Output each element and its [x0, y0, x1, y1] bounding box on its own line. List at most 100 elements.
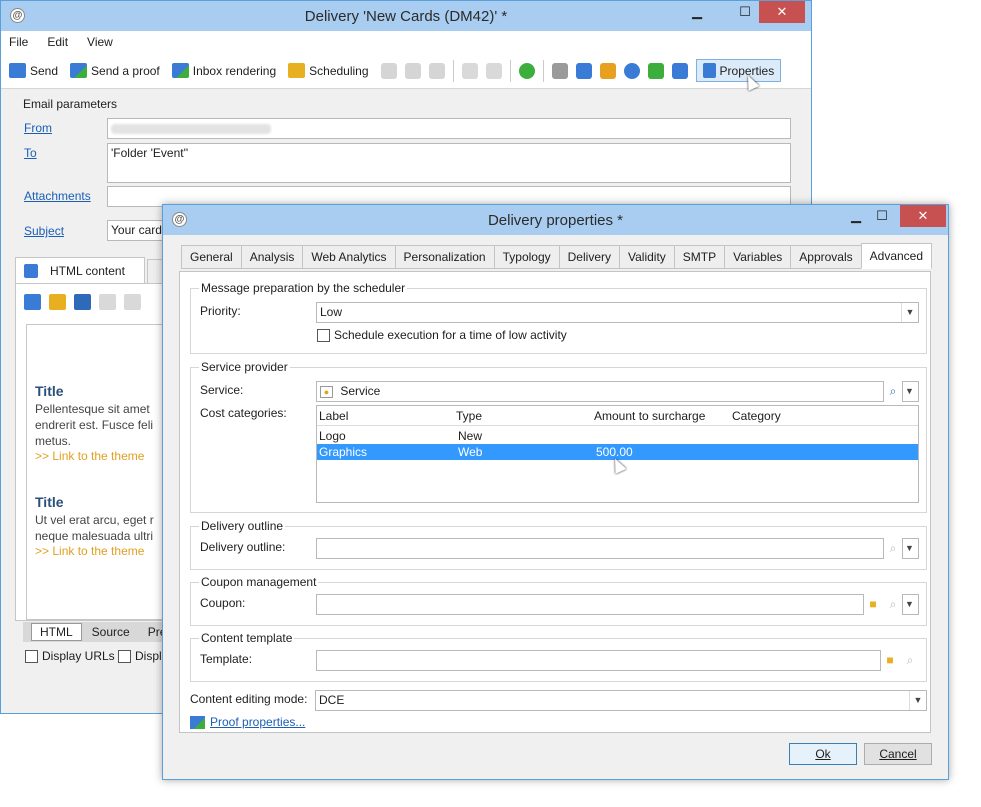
- folder-icon[interactable]: ■: [863, 595, 883, 614]
- delivery-outline-field[interactable]: [316, 538, 884, 559]
- to-field[interactable]: 'Folder 'Event'': [107, 143, 791, 183]
- display-urls-checkbox[interactable]: [25, 649, 38, 663]
- minimize-icon[interactable]: ▁: [846, 205, 866, 227]
- to-value: 'Folder 'Event'': [111, 146, 189, 160]
- cell-type: New: [458, 429, 483, 443]
- tab-analysis[interactable]: Analysis: [240, 245, 303, 269]
- menu-edit[interactable]: Edit: [47, 35, 68, 49]
- display-checkbox[interactable]: [118, 649, 131, 663]
- redo-icon[interactable]: [124, 294, 141, 310]
- maximize-icon[interactable]: ☐: [735, 1, 755, 23]
- column-header-type[interactable]: Type: [456, 409, 482, 423]
- maximize-icon[interactable]: ☐: [872, 205, 892, 227]
- chevron-down-icon[interactable]: ▼: [901, 539, 918, 558]
- gift-icon[interactable]: [599, 62, 616, 79]
- coupon-field[interactable]: [316, 594, 864, 615]
- delivery-properties-dialog: @ Delivery properties * ▁ ☐ ✕ General An…: [162, 204, 949, 780]
- search-icon[interactable]: ⌕: [900, 651, 920, 670]
- properties-tabs: General Analysis Web Analytics Personali…: [181, 243, 933, 269]
- delivery-outline-group: Delivery outline Delivery outline: ⌕ ▼: [190, 519, 927, 570]
- tab-delivery[interactable]: Delivery: [558, 245, 619, 269]
- preview-theme-link-2[interactable]: >> Link to the theme: [35, 544, 144, 558]
- priority-select[interactable]: Low ▼: [316, 302, 919, 323]
- tab-source[interactable]: Source: [84, 624, 138, 640]
- tab-advanced[interactable]: Advanced: [860, 243, 933, 269]
- cut-icon[interactable]: [404, 62, 421, 79]
- proof-properties[interactable]: Proof properties...: [190, 715, 305, 729]
- table-row[interactable]: Logo New: [317, 428, 918, 444]
- tab-personalization[interactable]: Personalization: [394, 245, 494, 269]
- chevron-down-icon[interactable]: ▼: [901, 303, 918, 322]
- paste-icon[interactable]: [428, 62, 445, 79]
- folder-icon[interactable]: ■: [880, 651, 900, 670]
- preview-text: Ut vel erat arcu, eget r: [35, 513, 154, 527]
- from-link[interactable]: From: [24, 121, 52, 135]
- undo-icon[interactable]: [99, 294, 116, 310]
- low-activity-checkbox[interactable]: [317, 328, 330, 342]
- display-option[interactable]: Displa: [118, 649, 168, 663]
- chevron-down-icon[interactable]: ▼: [909, 691, 926, 710]
- column-header-category[interactable]: Category: [732, 409, 781, 423]
- editing-mode-select[interactable]: DCE ▼: [315, 690, 927, 711]
- service-field[interactable]: ● Service: [316, 381, 884, 402]
- to-link[interactable]: To: [24, 146, 37, 160]
- template-field[interactable]: [316, 650, 881, 671]
- preview-theme-link-1[interactable]: >> Link to the theme: [35, 449, 144, 463]
- tab-general[interactable]: General: [181, 245, 241, 269]
- attachments-link[interactable]: Attachments: [24, 189, 91, 203]
- undo-icon[interactable]: [461, 62, 478, 79]
- cancel-label: Cancel: [879, 747, 917, 761]
- minimize-icon[interactable]: ▁: [687, 1, 707, 23]
- content-template-legend: Content template: [199, 631, 295, 645]
- document-icon[interactable]: [671, 62, 688, 79]
- close-icon[interactable]: ✕: [759, 1, 805, 23]
- display-urls-option[interactable]: Display URLs: [25, 649, 115, 663]
- calculator-icon[interactable]: [647, 62, 664, 79]
- redo-icon[interactable]: [485, 62, 502, 79]
- from-field[interactable]: [107, 118, 791, 139]
- scheduling-button[interactable]: Scheduling: [288, 63, 369, 78]
- menu-file[interactable]: File: [9, 35, 28, 49]
- close-icon[interactable]: ✕: [900, 205, 946, 227]
- copy-icon[interactable]: [380, 62, 397, 79]
- service-icon: ●: [320, 385, 333, 398]
- inbox-rendering-button[interactable]: Inbox rendering: [171, 63, 276, 78]
- coupon-dropdown[interactable]: ▼: [902, 594, 919, 615]
- delivery-outline-dropdown[interactable]: ▼: [902, 538, 919, 559]
- tab-html[interactable]: HTML: [31, 623, 82, 641]
- tab-typology[interactable]: Typology: [493, 245, 559, 269]
- menu-view[interactable]: View: [87, 35, 113, 49]
- new-content-icon[interactable]: [24, 294, 41, 310]
- ok-button[interactable]: Ok: [789, 743, 857, 765]
- tab-approvals[interactable]: Approvals: [790, 245, 861, 269]
- tab-html-content[interactable]: HTML content: [15, 257, 145, 283]
- search-icon[interactable]: ⌕: [883, 539, 903, 558]
- subject-link[interactable]: Subject: [24, 224, 64, 238]
- search-icon[interactable]: ⌕: [883, 382, 903, 401]
- priority-label: Priority:: [200, 304, 241, 318]
- properties-button[interactable]: Properties: [695, 59, 782, 82]
- refresh-icon[interactable]: [518, 62, 535, 79]
- tab-smtp[interactable]: SMTP: [673, 245, 725, 269]
- column-header-label[interactable]: Label: [319, 409, 348, 423]
- send-proof-button[interactable]: Send a proof: [70, 63, 160, 78]
- proof-properties-link[interactable]: Proof properties...: [210, 715, 305, 729]
- tab-web-analytics[interactable]: Web Analytics: [302, 245, 395, 269]
- save-icon[interactable]: [74, 294, 91, 310]
- low-activity-option[interactable]: Schedule execution for a time of low act…: [317, 328, 567, 342]
- service-provider-group: Service provider Service: ● Service ⌕ ▼ …: [190, 360, 927, 513]
- app-icon: @: [172, 212, 187, 227]
- service-dropdown[interactable]: ▼: [902, 381, 919, 402]
- link-icon[interactable]: [575, 62, 592, 79]
- tab-variables[interactable]: Variables: [724, 245, 791, 269]
- tab-validity[interactable]: Validity: [618, 245, 674, 269]
- search-icon[interactable]: ⌕: [883, 595, 903, 614]
- tracking-icon[interactable]: [623, 62, 640, 79]
- paperclip-icon[interactable]: [551, 62, 568, 79]
- send-button[interactable]: Send: [9, 63, 58, 78]
- chevron-down-icon[interactable]: ▼: [901, 382, 918, 401]
- cancel-button[interactable]: Cancel: [864, 743, 932, 765]
- chevron-down-icon[interactable]: ▼: [901, 595, 918, 614]
- open-folder-icon[interactable]: [49, 294, 66, 310]
- column-header-amount[interactable]: Amount to surcharge: [594, 409, 705, 423]
